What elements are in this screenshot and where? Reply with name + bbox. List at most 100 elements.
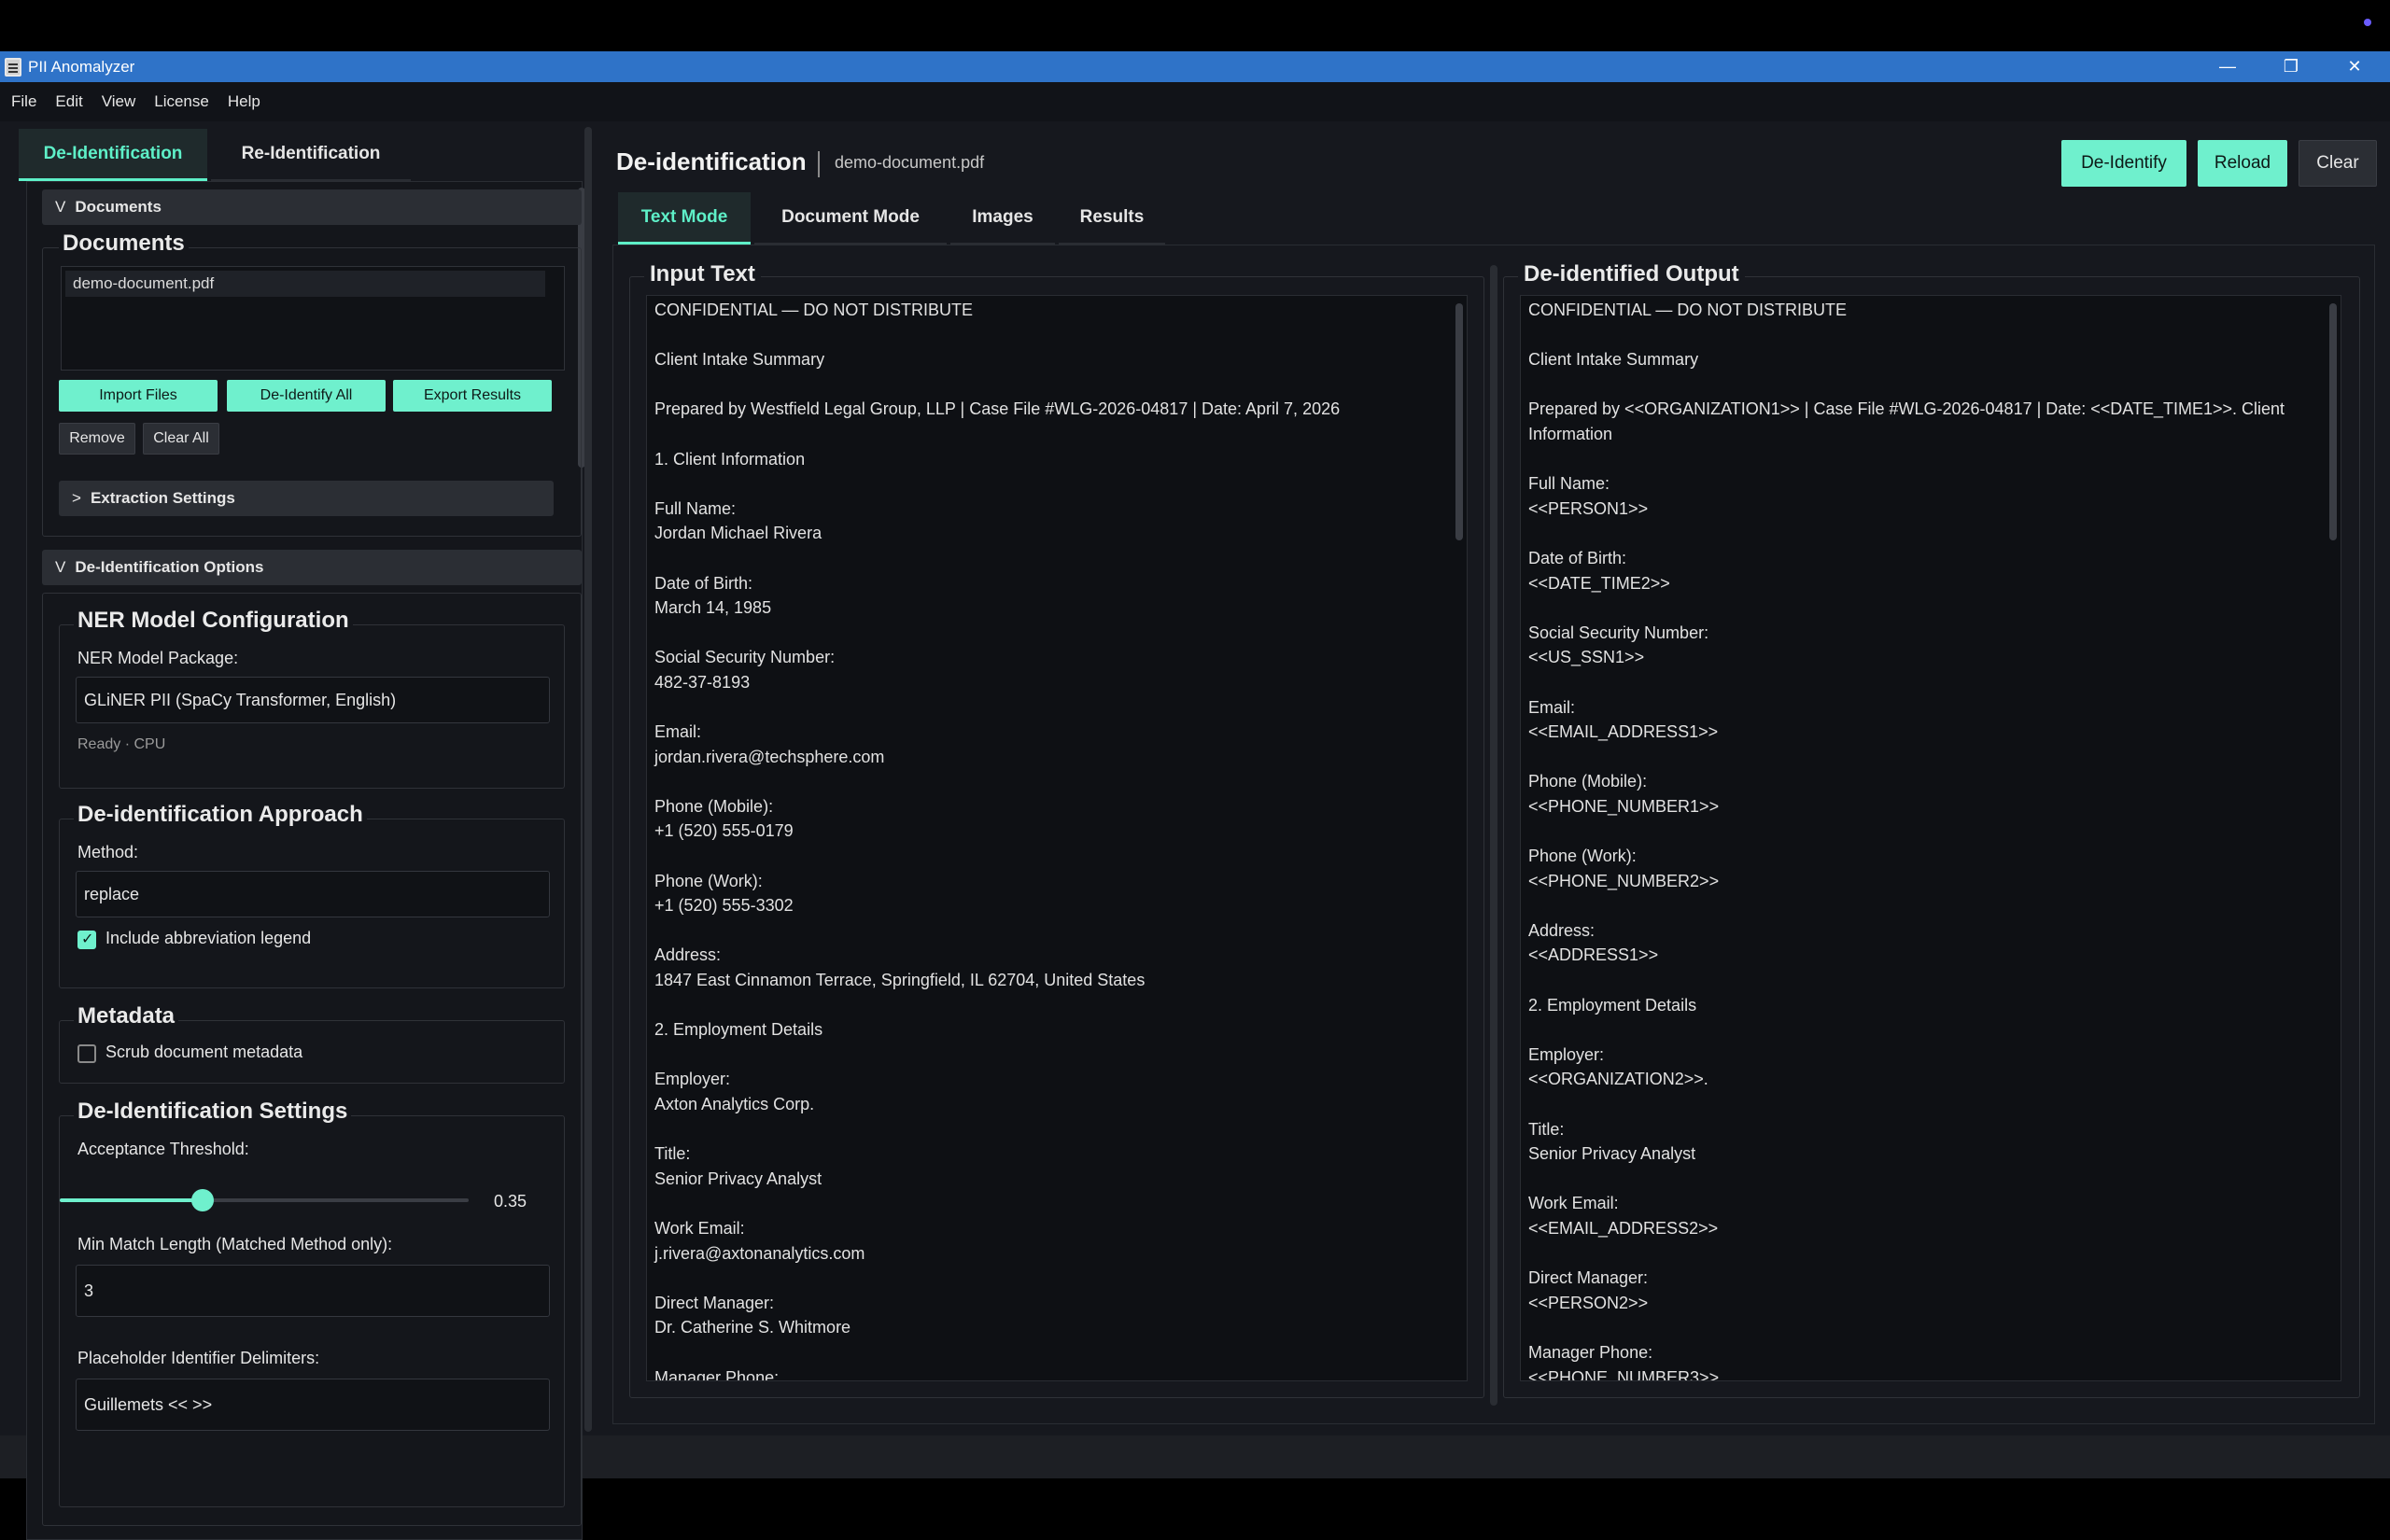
metadata-title: Metadata xyxy=(74,1003,179,1029)
input-text-line: Phone (Mobile): xyxy=(654,796,774,816)
tab-results[interactable]: Results xyxy=(1059,192,1165,245)
clear-all-button[interactable]: Clear All xyxy=(143,423,219,455)
clear-button[interactable]: Clear xyxy=(2299,140,2377,187)
output-text-area[interactable]: CONFIDENTIAL — DO NOT DISTRIBUTE Client I… xyxy=(1520,295,2341,1381)
output-text-line xyxy=(1528,968,2322,993)
status-dot xyxy=(2364,19,2371,26)
input-text-line: March 14, 1985 xyxy=(654,598,772,618)
tab-document-mode[interactable]: Document Mode xyxy=(754,192,947,245)
threshold-value: 0.35 xyxy=(494,1192,527,1211)
method-label: Method: xyxy=(77,843,139,861)
scrub-metadata-checkbox[interactable] xyxy=(77,1044,96,1063)
output-text-line: Employer: xyxy=(1528,1044,1605,1064)
extraction-settings-header[interactable]: > Extraction Settings xyxy=(59,481,554,516)
ner-status-text: Ready · CPU xyxy=(77,736,166,752)
input-text-line xyxy=(654,621,1448,646)
minimize-button[interactable]: — xyxy=(2200,51,2256,82)
documents-list[interactable]: demo-document.pdf xyxy=(61,266,565,371)
remove-button[interactable]: Remove xyxy=(59,423,135,455)
output-text-line: Prepared by <<ORGANIZATION1>> | Case Fil… xyxy=(1528,399,2285,419)
menu-help[interactable]: Help xyxy=(228,92,260,111)
input-text-line xyxy=(654,372,1448,398)
title-bar: PII Anomalyzer xyxy=(0,51,2390,82)
input-text-line: Work Email: xyxy=(654,1218,745,1238)
method-select[interactable]: replace xyxy=(76,871,550,917)
input-text-line: Prepared by Westfield Legal Group, LLP |… xyxy=(654,399,1341,419)
output-text-line xyxy=(1528,819,2322,844)
input-text-line: Address: xyxy=(654,945,722,965)
close-button[interactable]: ✕ xyxy=(2327,51,2383,82)
output-text-line: Senior Privacy Analyst xyxy=(1528,1144,1696,1164)
output-text-line xyxy=(1528,1017,2322,1043)
deidentify-button[interactable]: De-Identify xyxy=(2061,140,2186,187)
list-item[interactable]: demo-document.pdf xyxy=(65,271,545,297)
output-text-line: Title: xyxy=(1528,1119,1565,1139)
output-text-line xyxy=(1528,447,2322,472)
input-text-line xyxy=(654,1043,1448,1068)
reload-button[interactable]: Reload xyxy=(2198,140,2287,187)
deid-options-header[interactable]: V De-Identification Options xyxy=(42,550,582,585)
output-text-line xyxy=(1528,670,2322,695)
output-text-line: Work Email: xyxy=(1528,1194,1619,1213)
tab-re-identification[interactable]: Re-Identification xyxy=(211,129,411,181)
left-panel: De-Identification Re-Identification V Do… xyxy=(13,121,585,1540)
input-text-line xyxy=(654,993,1448,1018)
documents-section-header[interactable]: V Documents xyxy=(42,189,582,225)
input-scrollbar[interactable] xyxy=(1455,303,1463,540)
output-scrollbar[interactable] xyxy=(2329,303,2337,540)
min-match-input[interactable]: 3 xyxy=(76,1265,550,1317)
left-scroll-area[interactable]: V Documents Documents demo-document.pdf … xyxy=(26,181,585,1540)
output-text-line: <<ADDRESS1>> xyxy=(1528,945,1659,965)
restore-button[interactable]: ❐ xyxy=(2263,51,2319,82)
output-text-line: Client Intake Summary xyxy=(1528,350,1699,370)
export-results-button[interactable]: Export Results xyxy=(393,380,552,412)
input-text-line: Jordan Michael Rivera xyxy=(654,524,822,543)
chevron-down-icon: V xyxy=(55,558,66,576)
legend-checkbox[interactable] xyxy=(77,930,96,949)
output-text-line: Social Security Number: xyxy=(1528,623,1709,642)
input-text-line: Axton Analytics Corp. xyxy=(654,1095,815,1113)
tab-de-identification[interactable]: De-Identification xyxy=(19,129,207,181)
input-text-line: Date of Birth: xyxy=(654,573,753,593)
delimiters-label: Placeholder Identifier Delimiters: xyxy=(77,1349,320,1367)
output-text-line: Manager Phone: xyxy=(1528,1342,1653,1362)
input-text-line: jordan.rivera@techsphere.com xyxy=(654,747,885,766)
input-text-line xyxy=(654,844,1448,869)
top-strip xyxy=(0,0,2390,51)
tab-text-mode[interactable]: Text Mode xyxy=(618,192,751,245)
menu-view[interactable]: View xyxy=(102,92,136,111)
output-text-content: CONFIDENTIAL — DO NOT DISTRIBUTE Client I… xyxy=(1528,298,2322,1380)
output-text-line xyxy=(1528,1315,2322,1340)
input-text-line xyxy=(654,323,1448,348)
input-text-line: Dr. Catherine S. Whitmore xyxy=(654,1318,851,1337)
input-text-line: Employer: xyxy=(654,1070,731,1089)
output-text-line: <<PERSON1>> xyxy=(1528,498,1649,518)
input-text-line xyxy=(654,695,1448,721)
output-text-line: Email: xyxy=(1528,697,1576,717)
input-text-area[interactable]: CONFIDENTIAL — DO NOT DISTRIBUTE Client I… xyxy=(646,295,1468,1381)
output-text-line: Date of Birth: xyxy=(1528,548,1627,567)
input-text-line: Client Intake Summary xyxy=(654,350,825,370)
tab-images[interactable]: Images xyxy=(950,192,1055,245)
import-files-button[interactable]: Import Files xyxy=(59,380,218,412)
menu-license[interactable]: License xyxy=(154,92,209,111)
delimiters-select[interactable]: Guillemets << >> xyxy=(76,1379,550,1431)
deidentify-all-button[interactable]: De-Identify All xyxy=(227,380,386,412)
input-text-line xyxy=(654,546,1448,571)
output-text-line: <<PERSON2>> xyxy=(1528,1293,1649,1312)
menu-file[interactable]: File xyxy=(11,92,36,111)
panel-splitter[interactable] xyxy=(584,127,592,1432)
approach-title: De-identification Approach xyxy=(74,802,367,828)
input-text-line xyxy=(654,918,1448,944)
input-text-content: CONFIDENTIAL — DO NOT DISTRIBUTE Client I… xyxy=(654,298,1448,1380)
output-text-line: <<EMAIL_ADDRESS1>> xyxy=(1528,722,1719,742)
ner-package-select[interactable]: GLiNER PII (SpaCy Transformer, English) xyxy=(76,677,550,723)
pane-splitter[interactable] xyxy=(1490,265,1497,1406)
output-text-line xyxy=(1528,521,2322,546)
output-text-line: CONFIDENTIAL — DO NOT DISTRIBUTE xyxy=(1528,301,1848,319)
input-text-line: Direct Manager: xyxy=(654,1293,775,1312)
menu-edit[interactable]: Edit xyxy=(55,92,82,111)
ner-config-title: NER Model Configuration xyxy=(74,608,353,634)
output-text-line xyxy=(1528,595,2322,621)
current-filename: demo-document.pdf xyxy=(835,153,985,172)
